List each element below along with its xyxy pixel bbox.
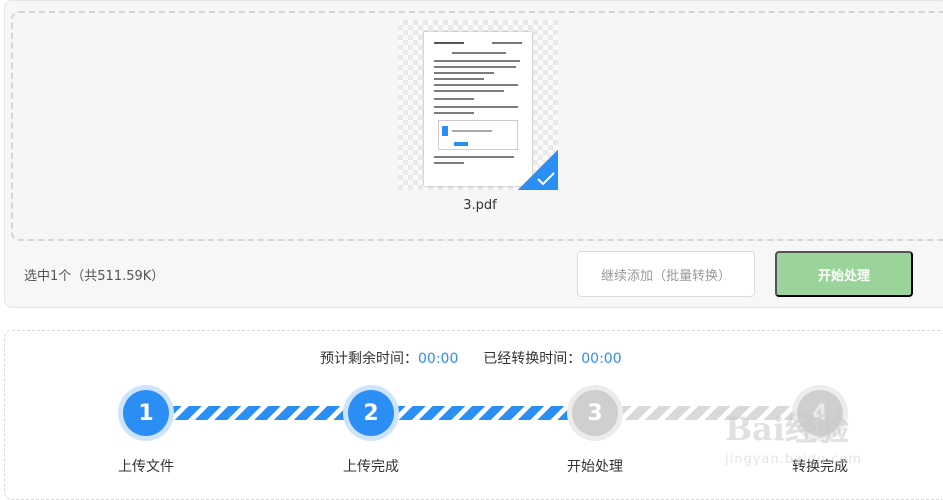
elapsed-time-label: 已经转换时间： <box>483 351 582 367</box>
step-1-label: 上传文件 <box>118 459 174 475</box>
selected-check-icon <box>518 150 558 190</box>
remaining-time-value: 00:00 <box>418 351 459 367</box>
pdf-page-preview <box>424 32 532 186</box>
step-2-circle: 2 <box>343 385 399 441</box>
step-1-number: 1 <box>123 390 169 436</box>
step-3-number: 3 <box>572 390 618 436</box>
file-thumbnail[interactable] <box>398 20 558 190</box>
watermark-brand: Bai经验 <box>725 410 849 448</box>
remaining-time-label: 预计剩余时间： <box>320 351 418 367</box>
start-processing-button[interactable]: 开始处理 <box>775 251 913 297</box>
progress-track-1 <box>168 406 346 420</box>
step-2-number: 2 <box>348 390 394 436</box>
elapsed-time-value: 00:00 <box>581 351 622 367</box>
watermark-url: jingyan.baidu.com <box>725 452 862 467</box>
progress-track-2 <box>392 406 570 420</box>
step-3-label: 开始处理 <box>567 459 623 475</box>
file-name: 3.pdf <box>463 198 497 213</box>
add-more-button[interactable]: 继续添加（批量转换） <box>577 251 755 297</box>
step-1-circle: 1 <box>118 385 174 441</box>
selection-summary: 选中1个（共511.59K） <box>24 269 165 284</box>
step-3-circle: 3 <box>567 385 623 441</box>
step-2-label: 上传完成 <box>343 459 399 475</box>
time-row: 预计剩余时间：00:00 已经转换时间：00:00 <box>320 348 622 368</box>
baidu-jingyan-watermark: Bai经验 jingyan.baidu.com <box>725 382 925 472</box>
